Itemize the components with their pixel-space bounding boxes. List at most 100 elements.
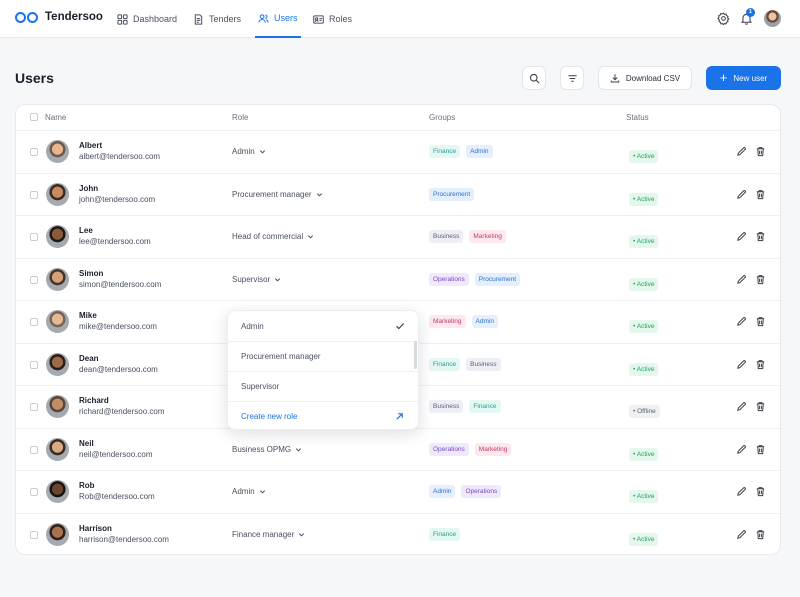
role-option-admin[interactable]: Admin xyxy=(228,311,418,341)
header-name[interactable]: Name xyxy=(45,113,66,122)
status-label: • Active xyxy=(629,447,659,461)
role-option-procurement-manager[interactable]: Procurement manager xyxy=(228,341,418,371)
group-tags: Operations Marketing xyxy=(429,442,512,456)
user-avatar xyxy=(46,480,69,503)
role-select[interactable]: Head of commercial xyxy=(232,232,314,241)
row-checkbox[interactable] xyxy=(30,275,38,284)
edit-pencil-icon[interactable] xyxy=(736,274,747,285)
header-groups[interactable]: Groups xyxy=(429,113,455,122)
role-select[interactable]: Admin xyxy=(232,487,266,496)
group-tags: Operations Procurement xyxy=(429,272,521,286)
row-checkbox[interactable] xyxy=(30,530,38,539)
trash-icon[interactable] xyxy=(755,486,766,497)
dropdown-scrollbar[interactable] xyxy=(414,341,417,369)
edit-pencil-icon[interactable] xyxy=(736,401,747,412)
row-checkbox[interactable] xyxy=(30,488,38,496)
status-badge: • Active xyxy=(629,188,659,206)
edit-pencil-icon[interactable] xyxy=(736,359,747,370)
group-tags: Finance Business xyxy=(429,357,501,371)
nav-users[interactable]: Users xyxy=(255,0,301,38)
trash-icon[interactable] xyxy=(755,274,766,285)
role-value: Admin xyxy=(232,147,255,156)
status-label: • Active xyxy=(629,532,659,546)
table-row[interactable]: Harrison harrison@tendersoo.com Finance ma… xyxy=(16,512,780,555)
search-button[interactable] xyxy=(522,66,546,90)
trash-icon[interactable] xyxy=(755,529,766,540)
user-name: Simon xyxy=(79,268,104,278)
trash-icon[interactable] xyxy=(755,359,766,370)
trash-icon[interactable] xyxy=(755,401,766,412)
user-email: simon@tendersoo.com xyxy=(79,279,162,289)
filter-button[interactable] xyxy=(560,66,584,90)
edit-pencil-icon[interactable] xyxy=(736,316,747,327)
role-select[interactable]: Supervisor xyxy=(232,275,281,284)
row-checkbox[interactable] xyxy=(30,233,38,241)
role-option-supervisor[interactable]: Supervisor xyxy=(228,371,418,401)
table-row[interactable]: Neil neil@tendersoo.com Business OPMG Opera… xyxy=(16,427,780,471)
user-email: dean@tendersoo.com xyxy=(79,364,158,374)
status-label: • Active xyxy=(629,277,659,291)
notification-badge: 1 xyxy=(746,8,755,17)
edit-pencil-icon[interactable] xyxy=(736,444,747,455)
app-logo[interactable]: Tendersoo xyxy=(15,11,103,23)
status-text: Active xyxy=(636,153,655,160)
table-row[interactable]: John john@tendersoo.com Procurement manage… xyxy=(16,172,780,216)
arrow-up-right-icon xyxy=(396,413,403,420)
user-avatar xyxy=(46,267,69,291)
dashboard-grid-icon xyxy=(117,13,128,25)
edit-pencil-icon[interactable] xyxy=(736,529,747,540)
table-row[interactable]: Lee lee@tendersoo.com Head of commercial Bu… xyxy=(16,215,780,258)
edit-pencil-icon[interactable] xyxy=(736,146,747,157)
table-row[interactable]: Albert albert@tendersoo.com Admin Finance Ad… xyxy=(16,130,780,173)
role-select[interactable]: Admin xyxy=(232,147,266,156)
download-csv-button[interactable]: Download CSV xyxy=(598,66,692,90)
row-checkbox[interactable] xyxy=(30,403,38,411)
role-select[interactable]: Procurement manager xyxy=(232,190,323,199)
user-email: richard@tendersoo.com xyxy=(79,407,165,416)
trash-icon[interactable] xyxy=(755,316,766,327)
user-avatar xyxy=(46,140,69,163)
row-checkbox[interactable] xyxy=(30,318,38,326)
group-tag: Marketing xyxy=(474,442,512,456)
user-email: albert@tendersoo.com xyxy=(79,152,161,161)
edit-pencil-icon[interactable] xyxy=(736,486,747,497)
header-status[interactable]: Status xyxy=(626,113,649,122)
user-avatar[interactable] xyxy=(764,10,781,27)
group-tags: Marketing Admin xyxy=(429,315,498,328)
row-checkbox[interactable] xyxy=(30,360,38,369)
user-name: Mike xyxy=(79,311,97,320)
status-badge: • Active xyxy=(629,230,659,248)
settings-gear-icon[interactable] xyxy=(717,12,730,25)
trash-icon[interactable] xyxy=(755,146,766,157)
trash-icon[interactable] xyxy=(755,231,766,242)
status-label: • Active xyxy=(629,192,659,206)
trash-icon[interactable] xyxy=(755,189,766,200)
create-new-role-link[interactable]: Create new role xyxy=(228,401,418,431)
search-icon xyxy=(529,73,539,83)
trash-icon[interactable] xyxy=(755,444,766,455)
row-checkbox[interactable] xyxy=(30,190,38,199)
edit-pencil-icon[interactable] xyxy=(736,189,747,200)
row-checkbox[interactable] xyxy=(30,445,38,454)
nav-dashboard[interactable]: Dashboard xyxy=(117,0,177,38)
new-user-button[interactable]: + New user xyxy=(706,66,781,90)
role-select[interactable]: Business OPMG xyxy=(232,445,302,454)
nav-tenders[interactable]: Tenders xyxy=(193,0,241,38)
group-tag: Finance xyxy=(429,145,461,158)
select-all-checkbox[interactable] xyxy=(30,113,38,121)
table-row[interactable]: Simon simon@tendersoo.com Supervisor Operat… xyxy=(16,257,780,301)
header-role[interactable]: Role xyxy=(232,113,248,122)
role-option-label: Admin xyxy=(241,321,264,331)
chevron-down-icon xyxy=(299,532,305,537)
row-checkbox[interactable] xyxy=(30,148,38,156)
user-avatar xyxy=(46,352,69,376)
nav-roles[interactable]: Roles xyxy=(313,0,352,38)
status-text: Active xyxy=(636,280,655,288)
status-label: • Active xyxy=(629,362,659,376)
status-text: Active xyxy=(636,535,655,543)
user-email: lee@tendersoo.com xyxy=(79,237,151,246)
role-select[interactable]: Finance manager xyxy=(232,530,305,539)
table-row[interactable]: Rob Rob@tendersoo.com Admin Admin Operations… xyxy=(16,470,780,513)
user-avatar xyxy=(46,182,69,206)
edit-pencil-icon[interactable] xyxy=(736,231,747,242)
